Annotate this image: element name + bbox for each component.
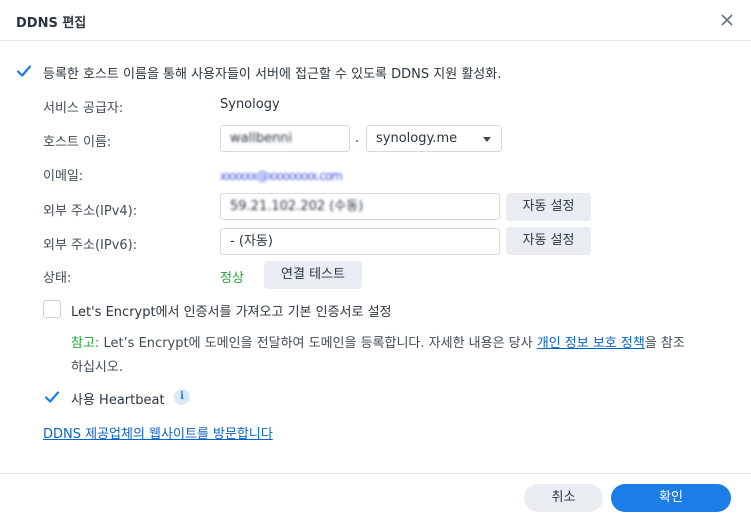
enable-ddns-label: 등록한 호스트 이름을 통해 사용자들이 서버에 접근할 수 있도록 DDNS … (43, 67, 502, 82)
connection-test-button[interactable]: 연결 테스트 (264, 261, 362, 289)
heartbeat-label: 사용 Heartbeat (71, 393, 165, 408)
hostname-input[interactable]: wallbenni (220, 125, 350, 152)
dialog-titlebar: DDNS 편집 (0, 0, 751, 41)
ipv6-input[interactable]: - (자동) (220, 228, 500, 255)
email-label: 이메일: (43, 169, 84, 184)
hostname-label: 호스트 이름: (43, 135, 112, 150)
ipv6-value: - (자동) (230, 234, 273, 249)
domain-select[interactable]: synology.me (366, 125, 502, 152)
cancel-button[interactable]: 취소 (524, 484, 603, 512)
note-text-2: 을 참조 (644, 336, 685, 351)
note-text-1: Let’s Encrypt에 도메인을 전달하여 도메인을 등록합니다. 자세한… (99, 336, 537, 351)
status-value: 정상 (220, 271, 244, 286)
provider-website-link[interactable]: DDNS 제공업체의 웹사이트를 방문합니다 (43, 423, 273, 442)
ok-button[interactable]: 확인 (611, 484, 731, 512)
domain-select-value: synology.me (376, 131, 458, 146)
service-provider-label: 서비스 공급자: (43, 101, 124, 116)
note-prefix: 참고: (71, 336, 100, 351)
hostname-separator: . (355, 131, 360, 146)
status-label: 상태: (43, 271, 72, 286)
ddns-edit-dialog: DDNS 편집 등록한 호스트 이름을 통해 사용자들이 서버에 접근할 수 있… (0, 0, 751, 518)
ipv4-input[interactable]: 59.21.102.202 (수동) (220, 193, 500, 220)
ipv6-auto-button[interactable]: 자동 설정 (506, 227, 591, 255)
ipv4-label: 외부 주소(IPv4): (43, 204, 138, 219)
info-icon[interactable]: i (174, 389, 190, 405)
ipv6-label: 외부 주소(IPv6): (43, 238, 138, 253)
chevron-down-icon (483, 137, 491, 142)
close-icon[interactable] (718, 11, 736, 29)
email-value: xxxxxx@xxxxxxxx.com (220, 169, 343, 183)
letsencrypt-label: Let's Encrypt에서 인증서를 가져오고 기본 인증서로 설정 (71, 305, 392, 320)
ipv4-value: 59.21.102.202 (수동) (230, 199, 364, 214)
hostname-value: wallbenni (230, 131, 293, 146)
enable-ddns-checkbox[interactable] (15, 62, 33, 80)
heartbeat-checkbox[interactable] (43, 388, 61, 406)
letsencrypt-checkbox[interactable] (43, 300, 61, 318)
note-text: 참고: Let’s Encrypt에 도메인을 전달하여 도메인을 등록합니다.… (71, 334, 741, 354)
dialog-title: DDNS 편집 (16, 16, 87, 31)
note-line-2: 하십시오. (71, 360, 123, 375)
service-provider-value: Synology (220, 97, 280, 112)
privacy-policy-link[interactable]: 개인 정보 보호 정책 (537, 336, 645, 351)
ipv4-auto-button[interactable]: 자동 설정 (506, 193, 591, 221)
